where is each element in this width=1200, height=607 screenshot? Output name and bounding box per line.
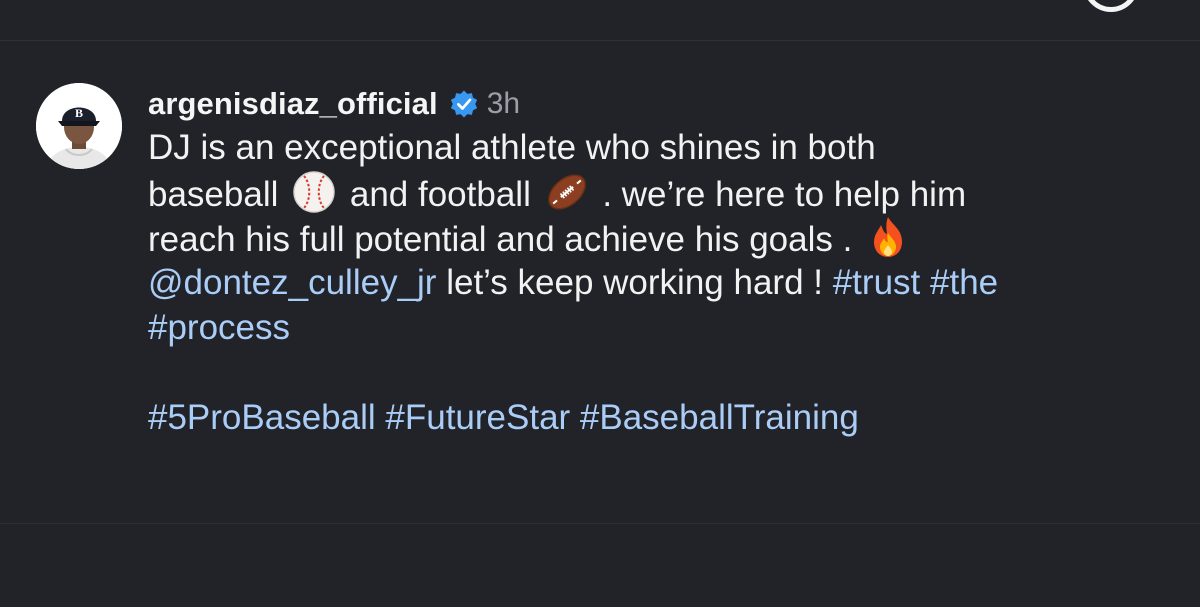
hashtag-link[interactable]: #the bbox=[930, 263, 998, 302]
username[interactable]: argenisdiaz_official bbox=[148, 86, 438, 122]
caption-text: let’s keep working hard ! bbox=[446, 263, 823, 302]
mention-link[interactable]: @dontez_culley_jr bbox=[148, 263, 436, 302]
caption-text: DJ is an exceptional athlete who shines … bbox=[148, 128, 876, 167]
caption-text: and football bbox=[349, 175, 531, 214]
caption-line: @dontez_culley_jr let’s keep working har… bbox=[148, 260, 1178, 305]
caption-line: baseball and football . we’re here to he… bbox=[148, 170, 1178, 215]
baseball-emoji-icon bbox=[293, 171, 335, 213]
profile-photo-icon: B bbox=[36, 83, 122, 169]
fire-emoji-icon bbox=[874, 217, 903, 257]
caption: DJ is an exceptional athlete who shines … bbox=[148, 125, 1178, 350]
verified-badge-icon bbox=[450, 90, 477, 118]
caption-line: DJ is an exceptional athlete who shines … bbox=[148, 125, 1178, 170]
divider-bottom bbox=[0, 523, 1200, 524]
caption-text: reach his full potential and achieve his… bbox=[148, 220, 853, 259]
divider-top bbox=[0, 40, 1200, 41]
hashtags-line[interactable]: #5ProBaseball #FutureStar #BaseballTrain… bbox=[148, 395, 1178, 440]
comment-header: argenisdiaz_official 3h bbox=[148, 80, 1178, 128]
hashtag-link[interactable]: #trust bbox=[833, 263, 921, 302]
caption-text: . we’re here to help him bbox=[602, 175, 967, 214]
hashtag-link[interactable]: #process bbox=[148, 308, 290, 347]
avatar[interactable]: B bbox=[36, 83, 122, 169]
timestamp: 3h bbox=[486, 87, 521, 120]
circle-icon[interactable] bbox=[1083, 0, 1139, 12]
football-emoji-icon bbox=[547, 174, 586, 210]
caption-line: #process bbox=[148, 305, 1178, 350]
caption-line: reach his full potential and achieve his… bbox=[148, 215, 1178, 260]
comment-body: argenisdiaz_official 3h DJ is an excepti… bbox=[148, 80, 1178, 440]
caption-text: baseball bbox=[148, 175, 279, 214]
svg-text:B: B bbox=[75, 106, 83, 120]
comment-screen: B argenisdiaz_official 3h DJ is an excep… bbox=[0, 0, 1200, 607]
